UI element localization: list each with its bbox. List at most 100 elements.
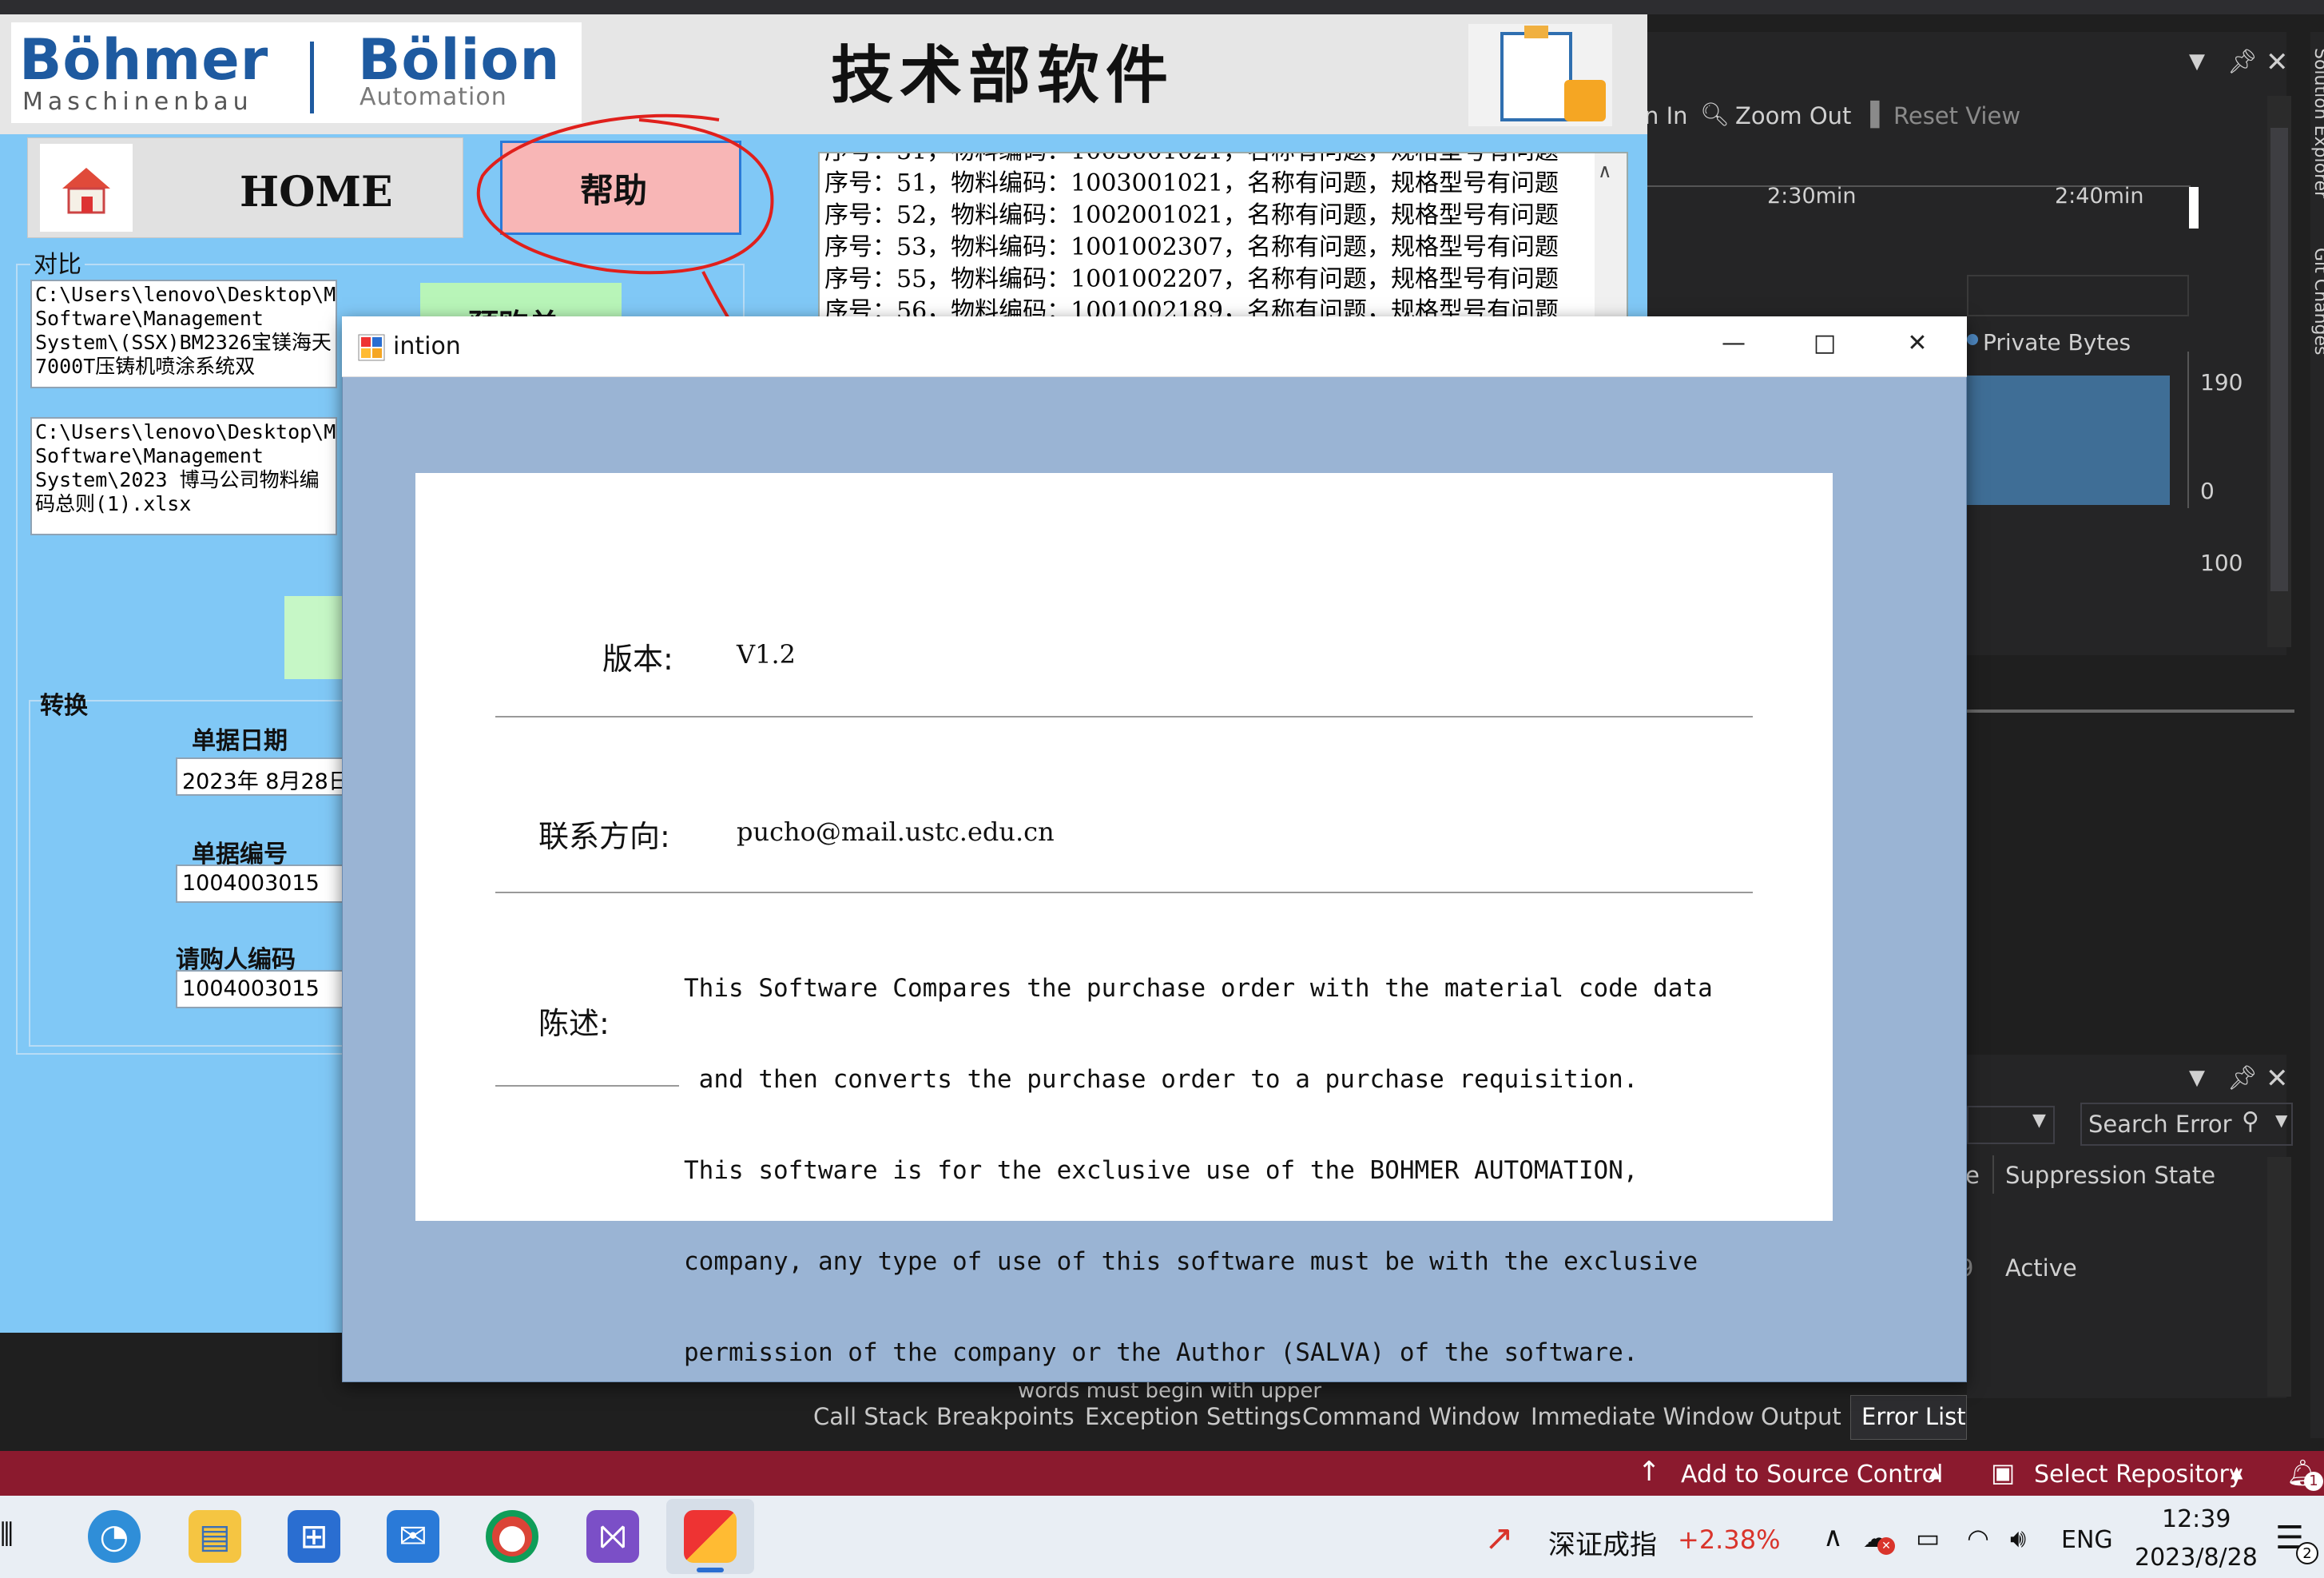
result-list[interactable]: 序号：51，物料编码：1003001021，名称有问题，规格型号有问题 序号：5… bbox=[818, 152, 1628, 320]
description-text: This Software Compares the purchase orde… bbox=[684, 912, 1802, 1398]
battery-icon[interactable]: ▭ bbox=[1916, 1523, 1940, 1553]
axis-label-190: 190 bbox=[2200, 369, 2243, 395]
file-explorer-icon[interactable]: ▤ bbox=[189, 1510, 241, 1563]
version-value: V1.2 bbox=[737, 639, 796, 670]
doc-date-label: 单据日期 bbox=[192, 727, 288, 755]
side-tab-strip bbox=[2310, 32, 2324, 1438]
dialog-title: intion bbox=[393, 332, 461, 360]
task-view-icon[interactable]: ⫴ bbox=[0, 1516, 14, 1553]
tab-command-window[interactable]: Command Window bbox=[1302, 1403, 1520, 1430]
chart-axis bbox=[2187, 352, 2189, 508]
house-icon bbox=[62, 168, 110, 214]
notification-count-badge: 1 bbox=[2304, 1472, 2323, 1491]
list-item: 序号：52，物料编码：1002001021，名称有问题，规格型号有问题 bbox=[824, 201, 1559, 229]
axis-label-100: 100 bbox=[2200, 550, 2243, 576]
suppression-state-header[interactable]: Suppression State bbox=[2005, 1162, 2215, 1189]
error-badge-icon: ✕ bbox=[1877, 1537, 1895, 1555]
volume-icon[interactable]: 🔊︎ bbox=[2010, 1523, 2026, 1554]
wifi-icon[interactable]: ◠ bbox=[1967, 1523, 1989, 1553]
home-icon-tile[interactable] bbox=[40, 144, 133, 232]
edge-icon[interactable]: ◔ bbox=[88, 1510, 141, 1563]
mail-icon[interactable]: ✉ bbox=[387, 1510, 439, 1563]
description-line: This software is for the exclusive use o… bbox=[684, 1156, 1639, 1185]
vs-top-strip bbox=[0, 0, 2324, 14]
filter-chevron-icon: ▼ bbox=[2032, 1111, 2046, 1131]
app-title: 技术部软件 bbox=[831, 39, 1175, 112]
chrome-icon[interactable]: ● bbox=[486, 1510, 538, 1563]
source-path-field[interactable]: C:\Users\lenovo\Desktop\Mis Software\Man… bbox=[30, 280, 337, 388]
diagnostics-scroll-thumb[interactable] bbox=[2270, 128, 2288, 591]
error-panel-close-icon[interactable]: ✕ bbox=[2266, 1063, 2289, 1095]
solution-explorer-tab[interactable]: Solution Explorer bbox=[2310, 48, 2324, 198]
column-partial-header: e bbox=[1965, 1162, 1980, 1189]
select-repository-button[interactable]: Select Repository bbox=[2034, 1461, 2243, 1489]
list-item: 序号：51，物料编码：1003001021，名称有问题，规格型号有问题 bbox=[820, 153, 1627, 168]
list-item: 序号：53，物料编码：1001002307，名称有问题，规格型号有问题 bbox=[824, 233, 1559, 261]
clipboard-clip bbox=[1524, 26, 1548, 38]
list-item: 序号：51，物料编码：1003001021，名称有问题，规格型号有问题 bbox=[824, 169, 1559, 197]
show-hidden-icons-icon[interactable]: ∧ bbox=[1823, 1521, 1843, 1553]
microsoft-store-icon[interactable]: ⊞ bbox=[288, 1510, 340, 1563]
material-file-path-field[interactable]: C:\Users\lenovo\Desktop\Mis Software\Man… bbox=[30, 417, 337, 535]
description-line: This Software Compares the purchase orde… bbox=[684, 974, 1713, 1003]
zoom-out-icon: 🔍︎ bbox=[1700, 101, 1730, 128]
repository-icon: ▣ bbox=[1991, 1457, 2016, 1488]
zoom-in-button[interactable]: n In bbox=[1644, 102, 1688, 129]
home-label: HOME bbox=[240, 168, 393, 217]
pin-icon[interactable]: 📌︎ bbox=[2227, 48, 2258, 76]
events-track bbox=[1967, 275, 2189, 316]
app-window-icon bbox=[358, 334, 385, 361]
error-row-active-state: Active bbox=[2005, 1254, 2077, 1282]
reset-view-button[interactable]: Reset View bbox=[1893, 102, 2020, 129]
help-label: 帮助 bbox=[580, 171, 648, 210]
search-icon[interactable]: ⚲ bbox=[2242, 1107, 2259, 1135]
add-to-source-control-button[interactable]: Add to Source Control bbox=[1681, 1461, 1943, 1489]
bolion-logo-sub: Automation bbox=[360, 83, 507, 111]
input-language[interactable]: ENG bbox=[2061, 1526, 2113, 1554]
close-icon[interactable]: ✕ bbox=[1889, 329, 1946, 364]
list-item: 序号：55，物料编码：1001002207，名称有问题，规格型号有问题 bbox=[824, 265, 1559, 293]
search-options-icon[interactable]: ▼ bbox=[2275, 1111, 2287, 1130]
close-panel-icon[interactable]: ✕ bbox=[2266, 46, 2289, 78]
maximize-icon[interactable]: □ bbox=[1796, 329, 1853, 364]
version-label: 版本: bbox=[602, 642, 673, 677]
stock-chart-icon: ↗ bbox=[1484, 1518, 1514, 1559]
divider bbox=[495, 1085, 679, 1087]
zoom-out-button[interactable]: Zoom Out bbox=[1735, 102, 1851, 129]
stock-name[interactable]: 深证成指 bbox=[1548, 1523, 1657, 1562]
tab-breakpoints[interactable]: Breakpoints bbox=[936, 1403, 1075, 1430]
compare-label: 对比 bbox=[30, 244, 85, 280]
panel-dropdown-icon[interactable]: ▼ bbox=[2189, 50, 2205, 74]
error-list-scrollbar[interactable] bbox=[2267, 1157, 2291, 1397]
timeline-cursor[interactable] bbox=[2189, 187, 2199, 229]
minimize-icon[interactable]: — bbox=[1705, 329, 1762, 364]
clock-date[interactable]: 2023/8/28 bbox=[2135, 1544, 2258, 1572]
bohmer-logo-text: Böhmer bbox=[19, 27, 269, 93]
tab-call-stack[interactable]: Call Stack bbox=[813, 1403, 928, 1430]
scroll-up-icon[interactable]: ∧ bbox=[1598, 160, 1612, 182]
tab-exception-settings[interactable]: Exception Settings bbox=[1085, 1403, 1301, 1430]
contact-email[interactable]: pucho@mail.ustc.edu.cn bbox=[737, 817, 1055, 847]
contact-label: 联系方向: bbox=[538, 819, 670, 854]
tab-error-list[interactable]: Error List bbox=[1861, 1403, 1966, 1430]
convert-label: 转换 bbox=[40, 692, 88, 720]
tab-output[interactable]: Output bbox=[1761, 1403, 1841, 1430]
timeline-tick-240: 2:40min bbox=[2055, 184, 2144, 209]
visual-studio-icon[interactable]: ⨝ bbox=[586, 1510, 639, 1563]
private-bytes-legend-swatch bbox=[1967, 334, 1978, 345]
reset-view-icon: ▐ bbox=[1861, 101, 1880, 128]
app-taskbar-icon[interactable] bbox=[684, 1510, 737, 1563]
description-line: permission of the company or the Author … bbox=[684, 1338, 1639, 1367]
private-bytes-chart bbox=[1967, 376, 2170, 505]
stock-change[interactable]: +2.38% bbox=[1678, 1524, 1780, 1555]
error-panel-dropdown-icon[interactable]: ▼ bbox=[2189, 1066, 2205, 1090]
active-app-indicator bbox=[697, 1568, 724, 1572]
panel-splitter[interactable] bbox=[1967, 710, 2294, 713]
error-panel-pin-icon[interactable]: 📌︎ bbox=[2227, 1064, 2258, 1092]
vs-status-bar bbox=[0, 1451, 2324, 1496]
clock-time[interactable]: 12:39 bbox=[2162, 1505, 2231, 1533]
divider bbox=[495, 892, 1753, 893]
tab-immediate-window[interactable]: Immediate Window bbox=[1531, 1403, 1754, 1430]
git-changes-tab[interactable]: Git Changes bbox=[2310, 248, 2324, 355]
search-error-placeholder: Search Error L bbox=[2088, 1111, 2232, 1138]
